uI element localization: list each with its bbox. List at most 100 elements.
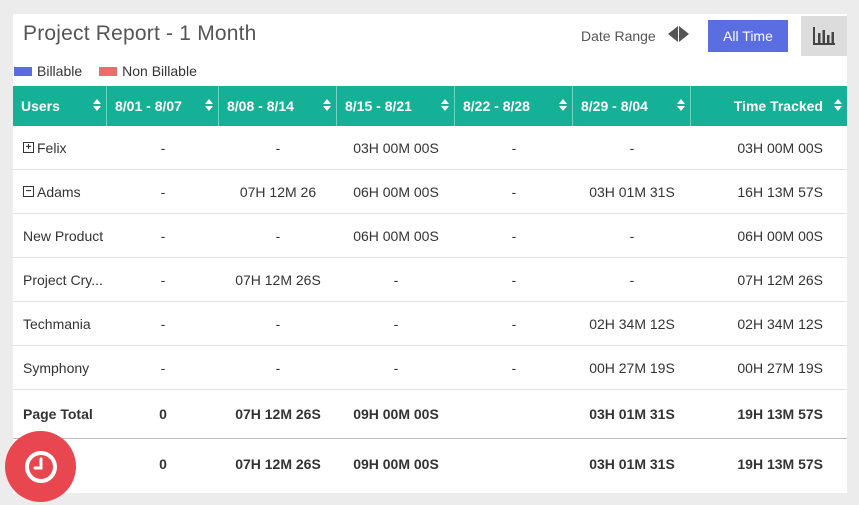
week-cell: - bbox=[511, 271, 517, 288]
week-cell: 09H 00M 00S bbox=[353, 406, 439, 422]
time-tracked-cell: 16H 13M 57S bbox=[737, 183, 823, 200]
non-billable-swatch bbox=[99, 66, 118, 76]
week-cell: - bbox=[393, 315, 399, 332]
report-card: Project Report - 1 Month Date Range All … bbox=[13, 14, 847, 493]
user-cell: New Product bbox=[13, 214, 107, 257]
week-cell: - bbox=[275, 139, 281, 156]
bar-chart-icon bbox=[813, 27, 835, 45]
sort-icon[interactable] bbox=[441, 99, 449, 111]
week-cell: - bbox=[511, 227, 517, 244]
legend-non-billable-label: Non Billable bbox=[122, 63, 197, 79]
table-row: − Adams - 07H 12M 26 06H 00M 00S - 03H 01M 31S… bbox=[13, 170, 847, 214]
week-cell: - bbox=[511, 315, 517, 332]
column-header-week-5[interactable]: 8/29 - 8/04 bbox=[573, 86, 691, 126]
user-name[interactable]: Symphony bbox=[23, 360, 89, 376]
week-cell: - bbox=[629, 139, 635, 156]
column-header-label: Users bbox=[21, 98, 60, 114]
sort-icon[interactable] bbox=[205, 99, 213, 111]
column-header-week-1[interactable]: 8/01 - 8/07 bbox=[107, 86, 219, 126]
all-time-button[interactable]: All Time bbox=[708, 20, 788, 52]
week-cell: - bbox=[275, 359, 281, 376]
column-header-week-3[interactable]: 8/15 - 8/21 bbox=[337, 86, 455, 126]
table-row: Project Cry... - 07H 12M 26S - - - 07H 12M 26S bbox=[13, 258, 847, 302]
week-cell bbox=[455, 390, 573, 438]
sort-icon[interactable] bbox=[323, 99, 331, 111]
week-cell: 07H 12M 26S bbox=[235, 455, 321, 472]
week-cell: 00H 27M 19S bbox=[589, 359, 675, 376]
column-header-label: 8/29 - 8/04 bbox=[581, 98, 648, 114]
table-row: New Product - - 06H 00M 00S - - 06H 00M 00S bbox=[13, 214, 847, 258]
collapse-icon[interactable]: − bbox=[23, 186, 34, 197]
column-header-label: 8/22 - 8/28 bbox=[463, 98, 530, 114]
column-header-label: 8/08 - 8/14 bbox=[227, 98, 294, 114]
week-cell: - bbox=[160, 359, 166, 376]
chart-view-button[interactable] bbox=[801, 16, 847, 56]
total-label: Page Total bbox=[23, 406, 93, 422]
billable-swatch bbox=[14, 66, 32, 76]
user-name[interactable]: Adams bbox=[37, 184, 81, 200]
week-cell: 02H 34M 12S bbox=[589, 315, 675, 332]
week-cell: - bbox=[160, 271, 166, 288]
time-tracked-cell: 06H 00M 00S bbox=[737, 227, 823, 244]
date-range-arrows bbox=[668, 26, 689, 42]
table-header: Users 8/01 - 8/07 8/08 - 8/14 8/15 - 8/2… bbox=[13, 86, 847, 126]
week-cell: 06H 00M 00S bbox=[353, 183, 439, 200]
column-header-time-tracked[interactable]: Time Tracked bbox=[691, 86, 847, 126]
table-body: + Felix - - 03H 00M 00S - - 03H 00M 00S − Adams - 0… bbox=[13, 126, 847, 488]
week-cell bbox=[455, 439, 573, 488]
page-title: Project Report - 1 Month bbox=[23, 22, 257, 45]
user-name[interactable]: New Product bbox=[23, 228, 103, 244]
timer-fab-button[interactable] bbox=[5, 431, 76, 502]
user-cell: Project Cry... bbox=[13, 258, 107, 301]
column-header-label: 8/01 - 8/07 bbox=[115, 98, 182, 114]
column-header-week-4[interactable]: 8/22 - 8/28 bbox=[455, 86, 573, 126]
time-tracked-cell: 07H 12M 26S bbox=[737, 271, 823, 288]
week-cell: 07H 12M 26 bbox=[239, 183, 317, 200]
week-cell: 0 bbox=[159, 455, 167, 472]
column-header-users[interactable]: Users bbox=[13, 86, 107, 126]
legend-billable-label: Billable bbox=[37, 63, 83, 79]
week-cell: - bbox=[511, 359, 517, 376]
user-name[interactable]: Techmania bbox=[23, 316, 91, 332]
report-table: Users 8/01 - 8/07 8/08 - 8/14 8/15 - 8/2… bbox=[13, 86, 847, 488]
report-header: Project Report - 1 Month Date Range All … bbox=[13, 14, 847, 56]
week-cell: - bbox=[511, 183, 517, 200]
week-cell: - bbox=[160, 183, 166, 200]
user-name[interactable]: Felix bbox=[37, 140, 67, 156]
table-row: + Felix - - 03H 00M 00S - - 03H 00M 00S bbox=[13, 126, 847, 170]
user-cell: Symphony bbox=[13, 346, 107, 389]
week-cell: - bbox=[160, 315, 166, 332]
user-name[interactable]: Project Cry... bbox=[23, 272, 103, 288]
sort-icon[interactable] bbox=[559, 99, 567, 111]
week-cell: - bbox=[393, 359, 399, 376]
table-row: Symphony - - - - 00H 27M 19S 00H 27M 19S bbox=[13, 346, 847, 390]
time-tracked-cell: 02H 34M 12S bbox=[737, 315, 823, 332]
week-cell: - bbox=[275, 315, 281, 332]
column-header-label: 8/15 - 8/21 bbox=[345, 98, 412, 114]
week-cell: 07H 12M 26S bbox=[235, 406, 321, 422]
time-tracked-cell: 19H 13M 57S bbox=[737, 406, 823, 422]
chevron-right-icon[interactable] bbox=[679, 26, 689, 42]
legend: Billable Non Billable bbox=[14, 63, 214, 79]
column-header-week-2[interactable]: 8/08 - 8/14 bbox=[219, 86, 337, 126]
date-range-label: Date Range bbox=[581, 28, 656, 44]
sort-icon[interactable] bbox=[677, 99, 685, 111]
sort-icon[interactable] bbox=[834, 99, 842, 111]
week-cell: 03H 01M 31S bbox=[589, 183, 675, 200]
chevron-left-icon[interactable] bbox=[668, 26, 678, 42]
week-cell: 07H 12M 26S bbox=[235, 271, 321, 288]
total-row: Page Total 0 07H 12M 26S 09H 00M 00S 03H 01M… bbox=[13, 390, 847, 439]
total-row: Total007H 12M 26S09H 00M 00S03H 01M 31S1… bbox=[13, 439, 847, 488]
expand-icon[interactable]: + bbox=[23, 142, 34, 153]
week-cell: - bbox=[160, 227, 166, 244]
sort-icon[interactable] bbox=[93, 99, 101, 111]
time-tracked-cell: 00H 27M 19S bbox=[737, 359, 823, 376]
time-tracked-cell: 19H 13M 57S bbox=[737, 455, 823, 472]
user-cell: Techmania bbox=[13, 302, 107, 345]
legend-billable: Billable bbox=[14, 63, 82, 79]
week-cell: - bbox=[629, 271, 635, 288]
week-cell: 03H 01M 31S bbox=[589, 455, 675, 472]
clock-icon bbox=[24, 450, 57, 483]
week-cell: - bbox=[275, 227, 281, 244]
week-cell: 06H 00M 00S bbox=[353, 227, 439, 244]
